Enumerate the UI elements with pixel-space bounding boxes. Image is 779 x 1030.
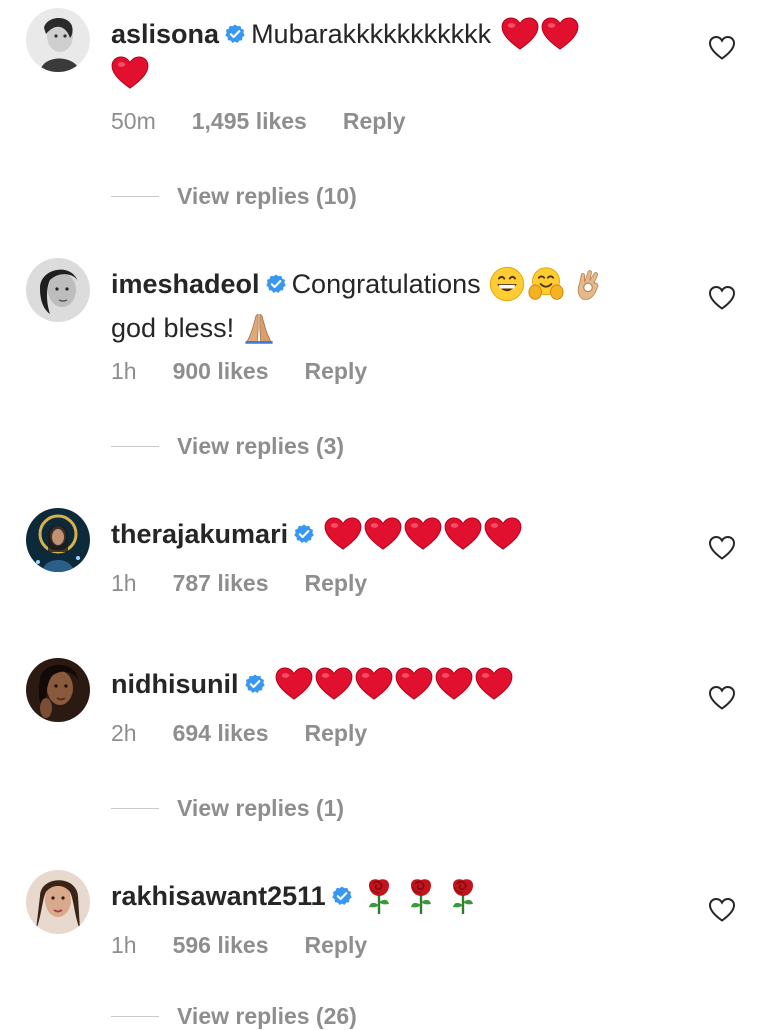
divider [111, 1016, 159, 1017]
comment-time: 1h [111, 570, 137, 596]
comment-time: 1h [111, 932, 137, 958]
red-heart-icon [444, 517, 482, 551]
ok-hand-icon [571, 266, 605, 302]
like-heart-icon[interactable] [708, 285, 736, 311]
like-heart-icon[interactable] [708, 35, 736, 61]
hugging-face-icon [527, 266, 565, 302]
red-heart-icon [475, 667, 513, 701]
view-replies-button[interactable]: View replies (1) [111, 795, 344, 822]
reply-button[interactable]: Reply [305, 932, 368, 959]
verified-badge-icon [266, 274, 286, 294]
red-heart-icon [501, 17, 539, 51]
reply-button[interactable]: Reply [343, 108, 406, 135]
like-count[interactable]: 787 likes [173, 570, 269, 597]
red-heart-icon [324, 517, 362, 551]
avatar[interactable] [26, 508, 90, 572]
red-heart-icon [484, 517, 522, 551]
red-heart-icon [395, 667, 433, 701]
red-heart-icon [364, 517, 402, 551]
view-replies-label: View replies (3) [177, 433, 345, 459]
like-heart-icon[interactable] [708, 897, 736, 923]
reply-button[interactable]: Reply [305, 720, 368, 747]
comment-text: Mubarakkkkkkkkkkk [251, 19, 492, 49]
folded-hands-icon [242, 310, 276, 346]
view-replies-button[interactable]: View replies (26) [111, 1003, 357, 1030]
divider [111, 196, 159, 197]
comment-text-line2: god bless! [111, 313, 235, 343]
avatar[interactable] [26, 258, 90, 322]
red-heart-icon [404, 517, 442, 551]
reply-button[interactable]: Reply [305, 570, 368, 597]
comment-time: 50m [111, 108, 156, 134]
comment-username[interactable]: rakhisawant2511 [111, 874, 326, 918]
comment-username[interactable]: imeshadeol [111, 262, 260, 306]
comment-username[interactable]: aslisona [111, 12, 219, 56]
like-heart-icon[interactable] [708, 685, 736, 711]
view-replies-label: View replies (10) [177, 183, 357, 209]
verified-badge-icon [225, 24, 245, 44]
comment-username[interactable]: therajakumari [111, 512, 288, 556]
rose-icon [364, 877, 394, 915]
like-heart-icon[interactable] [708, 535, 736, 561]
red-heart-icon [315, 667, 353, 701]
divider [111, 808, 159, 809]
reply-button[interactable]: Reply [305, 358, 368, 385]
view-replies-button[interactable]: View replies (3) [111, 433, 344, 460]
avatar[interactable] [26, 658, 90, 722]
comment-text: Congratulations [291, 269, 481, 299]
view-replies-label: View replies (26) [177, 1003, 357, 1029]
view-replies-button[interactable]: View replies (10) [111, 183, 357, 210]
red-heart-icon [435, 667, 473, 701]
like-count[interactable]: 900 likes [173, 358, 269, 385]
rose-icon [406, 877, 436, 915]
red-heart-icon [355, 667, 393, 701]
grinning-face-icon [489, 266, 525, 302]
avatar[interactable] [26, 8, 90, 72]
comment-username[interactable]: nidhisunil [111, 662, 239, 706]
red-heart-icon [541, 17, 579, 51]
verified-badge-icon [294, 524, 314, 544]
red-heart-icon [275, 667, 313, 701]
red-heart-icon [111, 56, 149, 90]
comment-time: 1h [111, 358, 137, 384]
divider [111, 446, 159, 447]
verified-badge-icon [332, 886, 352, 906]
avatar[interactable] [26, 870, 90, 934]
view-replies-label: View replies (1) [177, 795, 345, 821]
rose-icon [448, 877, 478, 915]
comment-time: 2h [111, 720, 137, 746]
like-count[interactable]: 694 likes [173, 720, 269, 747]
like-count[interactable]: 596 likes [173, 932, 269, 959]
verified-badge-icon [245, 674, 265, 694]
like-count[interactable]: 1,495 likes [192, 108, 307, 135]
